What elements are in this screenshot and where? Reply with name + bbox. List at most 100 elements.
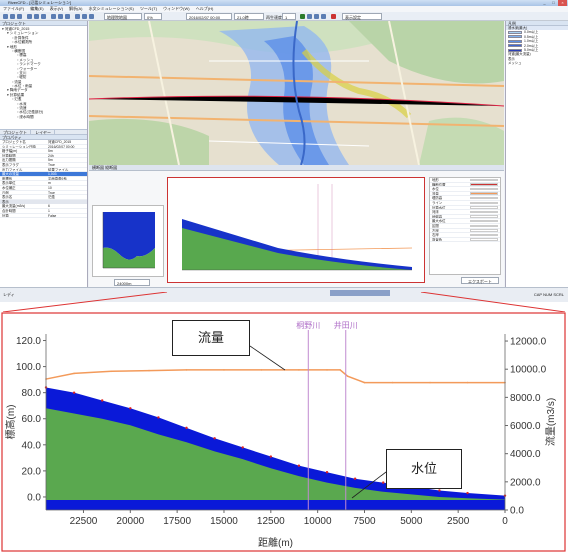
property-value[interactable]: 河道CFD_2015: [48, 140, 87, 144]
opacity-select[interactable]: 0%: [144, 13, 162, 20]
property-row[interactable]: 計算 False: [0, 214, 87, 219]
zoomed-profile-panel: 桐野川 井田川 0.0 20.0 40.0 60.0 80.0 100.0 120.0 0.0 20…: [0, 312, 568, 553]
table-icon[interactable]: [82, 14, 87, 19]
zoom-out-icon[interactable]: [34, 14, 39, 19]
save-icon[interactable]: [17, 14, 22, 19]
setting-swatch[interactable]: [470, 187, 498, 191]
chart-icon[interactable]: [75, 14, 80, 19]
setting-swatch[interactable]: [470, 219, 498, 223]
property-value[interactable]: 2016/02/07 00:00: [48, 145, 87, 149]
map-canvas[interactable]: [89, 21, 504, 165]
property-value[interactable]: 氾濫: [48, 195, 87, 199]
setting-swatch[interactable]: [470, 183, 498, 186]
menu-analysis[interactable]: 解析(A): [69, 6, 82, 11]
flow-point: [185, 369, 188, 371]
setting-swatch[interactable]: [470, 206, 498, 209]
record-icon[interactable]: [331, 14, 336, 19]
play-icon[interactable]: [300, 14, 305, 19]
property-value[interactable]: 6: [48, 204, 87, 208]
y-tick-label-right: 4000.0: [510, 449, 541, 460]
new-icon[interactable]: [3, 14, 8, 19]
property-value[interactable]: 結果ファイル: [48, 168, 87, 172]
tab-layer[interactable]: レイヤー: [32, 130, 56, 135]
setting-swatch[interactable]: [470, 196, 498, 200]
property-value[interactable]: 1,003: [48, 172, 87, 176]
datetime-field[interactable]: 2016/02/07 00:00: [186, 13, 232, 20]
setting-label: 右岸: [432, 233, 439, 237]
measure-icon[interactable]: [58, 14, 63, 19]
export-button[interactable]: エクスポート: [461, 277, 499, 284]
open-icon[interactable]: [10, 14, 15, 19]
basemap-select[interactable]: 地理院地図: [104, 13, 142, 20]
property-value[interactable]: 5m: [48, 158, 87, 162]
flow-point: [466, 381, 469, 384]
water-level-point: [185, 426, 188, 430]
menu-edit[interactable]: 編集(E): [30, 6, 43, 11]
setting-label: 堤防高: [432, 196, 443, 200]
setting-swatch[interactable]: [470, 210, 498, 214]
property-value[interactable]: False: [48, 214, 87, 218]
setting-swatch[interactable]: [470, 178, 498, 181]
speed-select[interactable]: 1: [282, 13, 296, 20]
distance-select[interactable]: 24000m: [114, 279, 150, 286]
pause-icon[interactable]: [307, 14, 312, 19]
zoomed-profile-chart: 桐野川 井田川 0.0 20.0 40.0 60.0 80.0 100.0 120.0 0.0 20…: [1, 312, 566, 552]
property-value[interactable]: 平面直角9系: [48, 177, 87, 181]
flow-point: [363, 381, 366, 384]
property-value[interactable]: m: [48, 181, 87, 185]
setting-row[interactable]: 背景色: [430, 238, 500, 243]
tree-item[interactable]: ▫ 浸水時間: [0, 115, 87, 119]
layer-icon[interactable]: [65, 14, 70, 19]
select-icon[interactable]: [51, 14, 56, 19]
display-settings-button[interactable]: 表示設定: [342, 13, 382, 20]
flow-point: [429, 381, 431, 384]
setting-swatch[interactable]: [470, 192, 498, 195]
property-key: 出力間隔: [2, 158, 16, 162]
profile-tab[interactable]: 横断図 縦断図: [89, 165, 504, 171]
menu-window[interactable]: ウィンドウ(W): [163, 6, 189, 11]
property-value[interactable]: True: [48, 191, 87, 195]
property-value[interactable]: 5m: [48, 149, 87, 153]
profile-chart-small: [167, 177, 425, 283]
setting-swatch[interactable]: [470, 201, 498, 204]
setting-swatch[interactable]: [470, 229, 498, 232]
setting-label: 地形: [432, 178, 439, 182]
menu-view[interactable]: 表示(V): [50, 6, 63, 11]
step-icon[interactable]: [321, 14, 326, 19]
y-tick-label-right: 10000.0: [510, 365, 547, 376]
time-select[interactable]: 21.0時: [234, 13, 264, 20]
cross-section-chart: [92, 205, 164, 277]
menu-simulation[interactable]: 水文シミュレーション(S): [89, 6, 134, 11]
property-value[interactable]: 10: [48, 186, 87, 190]
menu-help[interactable]: ヘルプ(H): [196, 6, 214, 11]
setting-swatch[interactable]: [470, 238, 498, 241]
zoom-in-icon[interactable]: [27, 14, 32, 19]
property-value[interactable]: 24h: [48, 154, 87, 158]
flow-point: [223, 369, 225, 371]
property-key: プロジェクト名: [2, 140, 26, 144]
flow-point: [326, 369, 328, 371]
x-tick-label: 7500: [353, 516, 376, 527]
setting-label: 横断位置: [432, 182, 446, 187]
property-key: 出力ファイル: [2, 167, 23, 172]
pan-icon[interactable]: [41, 14, 46, 19]
property-value[interactable]: True: [48, 163, 87, 167]
setting-swatch[interactable]: [470, 233, 498, 237]
profile-panel: 横断図 縦断図 24000m 地形 横断位置 水位 流量 堤防高 ライン 計算水位 河床 地盤高…: [89, 165, 504, 287]
map-view[interactable]: [89, 21, 504, 165]
menu-file[interactable]: ファイル(F): [3, 6, 24, 11]
setting-swatch[interactable]: [470, 215, 498, 218]
y-tick-label-left: 0.0: [27, 492, 41, 503]
property-value[interactable]: 1: [48, 209, 87, 213]
setting-swatch[interactable]: [470, 224, 498, 227]
setting-label: 流量: [432, 191, 439, 196]
settings-icon[interactable]: [89, 14, 94, 19]
menu-tools[interactable]: ツール(T): [140, 6, 157, 11]
water-level-point: [72, 391, 76, 394]
y-tick-label-right: 8000.0: [510, 393, 541, 404]
x-tick-label: 15000: [210, 516, 238, 527]
legend-extra-item[interactable]: メッシュ: [506, 61, 568, 65]
stop-icon[interactable]: [314, 14, 319, 19]
river-marker-label: 井田川: [334, 320, 358, 330]
setting-label: 最大水位: [432, 219, 446, 223]
